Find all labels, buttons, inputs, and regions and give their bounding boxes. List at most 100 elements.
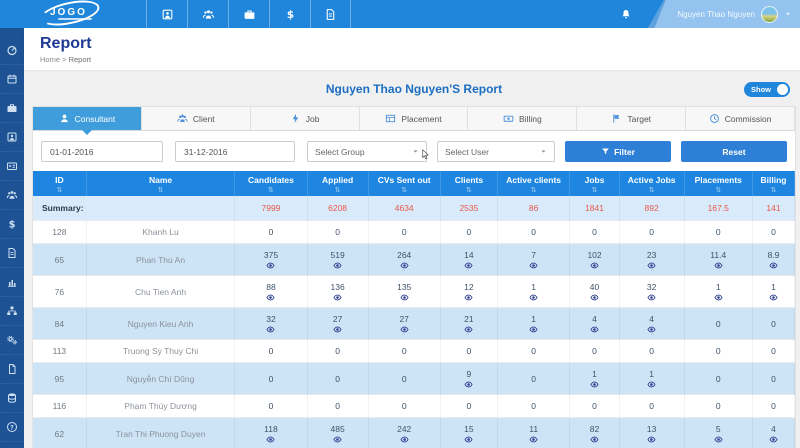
reset-button[interactable]: Reset [681, 141, 787, 162]
column-header-cvs-sent-out[interactable]: CVs Sent out ⇅ [368, 171, 441, 196]
nav-item-dollar[interactable]: $ [269, 0, 310, 28]
column-header-id[interactable]: ID ⇅ [33, 171, 87, 196]
cell-value: 0 [752, 394, 795, 418]
sidebar-item-file[interactable] [0, 355, 24, 384]
bell-icon[interactable] [620, 8, 632, 21]
eye-icon[interactable] [265, 293, 276, 302]
sort-icon[interactable]: ⇅ [622, 186, 682, 194]
tab-client[interactable]: Client [141, 107, 251, 130]
sort-icon[interactable]: ⇅ [500, 186, 567, 194]
column-header-jobs[interactable]: Jobs ⇅ [569, 171, 620, 196]
eye-icon[interactable] [528, 293, 539, 302]
eye-icon[interactable] [332, 293, 343, 302]
eye-icon[interactable] [646, 325, 657, 334]
column-header-billing[interactable]: Billing ⇅ [752, 171, 795, 196]
eye-icon[interactable] [528, 435, 539, 444]
column-header-applied[interactable]: Applied ⇅ [307, 171, 369, 196]
eye-icon[interactable] [589, 380, 600, 389]
nav-item-team[interactable] [187, 0, 228, 28]
breadcrumb-home[interactable]: Home [40, 55, 60, 64]
filter-button[interactable]: Filter [565, 141, 671, 162]
eye-icon[interactable] [768, 261, 779, 270]
summary-value: 892 [619, 196, 685, 221]
sort-icon[interactable]: ⇅ [89, 186, 233, 194]
sort-icon[interactable]: ⇅ [443, 186, 495, 194]
sidebar-item-calendar[interactable] [0, 65, 24, 94]
nav-item-vault[interactable] [146, 0, 187, 28]
eye-icon[interactable] [399, 435, 410, 444]
sort-icon[interactable]: ⇅ [35, 186, 84, 194]
eye-icon[interactable] [265, 435, 276, 444]
eye-icon[interactable] [528, 261, 539, 270]
show-toggle[interactable]: Show [744, 82, 790, 97]
eye-icon[interactable] [713, 435, 724, 444]
eye-icon[interactable] [332, 435, 343, 444]
sidebar-item-id-card[interactable] [0, 152, 24, 181]
sort-icon[interactable]: ⇅ [237, 186, 304, 194]
eye-icon[interactable] [768, 293, 779, 302]
sidebar-item-help[interactable]: ? [0, 413, 24, 442]
column-header-active-jobs[interactable]: Active Jobs ⇅ [619, 171, 685, 196]
eye-icon[interactable] [265, 261, 276, 270]
eye-icon[interactable] [399, 293, 410, 302]
eye-icon[interactable] [463, 293, 474, 302]
sidebar-item-chart[interactable] [0, 268, 24, 297]
eye-icon[interactable] [589, 435, 600, 444]
tab-placement[interactable]: Placement [359, 107, 469, 130]
eye-icon[interactable] [528, 325, 539, 334]
column-header-active-clients[interactable]: Active clients ⇅ [497, 171, 571, 196]
sidebar-item-dashboard[interactable] [0, 36, 24, 65]
eye-icon[interactable] [713, 293, 724, 302]
eye-icon[interactable] [768, 435, 779, 444]
sidebar-item-settings[interactable] [0, 326, 24, 355]
sidebar-item-briefcase[interactable] [0, 94, 24, 123]
sort-icon[interactable]: ⇅ [310, 186, 366, 194]
sidebar-item-sitemap[interactable] [0, 297, 24, 326]
sidebar-item-vault[interactable] [0, 123, 24, 152]
user-select[interactable]: Select User [437, 141, 555, 162]
table-row: 84 Nguyen Kieu Anh 32 27 27 21 1 4 4 0 0 [33, 307, 795, 340]
eye-icon[interactable] [399, 261, 410, 270]
sort-icon[interactable]: ⇅ [687, 186, 751, 194]
app-logo[interactable]: JOGO [34, 0, 112, 30]
eye-icon[interactable] [589, 293, 600, 302]
sidebar-item-dollar[interactable]: $ [0, 210, 24, 239]
eye-icon[interactable] [589, 325, 600, 334]
date-to-input[interactable] [175, 141, 295, 162]
sort-icon[interactable]: ⇅ [371, 186, 438, 194]
date-from-input[interactable] [41, 141, 163, 162]
eye-icon[interactable] [463, 261, 474, 270]
eye-icon[interactable] [713, 261, 724, 270]
nav-item-briefcase[interactable] [228, 0, 269, 28]
eye-icon[interactable] [332, 325, 343, 334]
tab-job[interactable]: Job [250, 107, 360, 130]
sort-icon[interactable]: ⇅ [572, 186, 616, 194]
eye-icon[interactable] [463, 325, 474, 334]
sidebar-item-database[interactable] [0, 384, 24, 413]
group-select[interactable]: Select Group [307, 141, 427, 162]
column-header-placements[interactable]: Placements ⇅ [684, 171, 754, 196]
eye-icon[interactable] [265, 325, 276, 334]
column-header-clients[interactable]: Clients ⇅ [440, 171, 498, 196]
tab-target[interactable]: Target [577, 107, 687, 130]
eye-icon[interactable] [463, 380, 474, 389]
tab-commission[interactable]: Commission [686, 107, 796, 130]
cell-value: 1 [752, 275, 795, 308]
sort-icon[interactable]: ⇅ [755, 186, 792, 194]
column-header-candidates[interactable]: Candidates ⇅ [234, 171, 308, 196]
eye-icon[interactable] [332, 261, 343, 270]
sidebar-item-report[interactable] [0, 239, 24, 268]
eye-icon[interactable] [646, 435, 657, 444]
user-menu[interactable]: Nguyen Thao Nguyen [648, 0, 800, 28]
eye-icon[interactable] [589, 261, 600, 270]
tab-consultant[interactable]: Consultant [33, 107, 142, 135]
sidebar-item-team[interactable] [0, 181, 24, 210]
eye-icon[interactable] [646, 293, 657, 302]
tab-billing[interactable]: Billing [468, 107, 578, 130]
eye-icon[interactable] [399, 325, 410, 334]
column-header-name[interactable]: Name ⇅ [86, 171, 236, 196]
eye-icon[interactable] [463, 435, 474, 444]
eye-icon[interactable] [646, 380, 657, 389]
eye-icon[interactable] [646, 261, 657, 270]
nav-item-report[interactable] [310, 0, 351, 28]
